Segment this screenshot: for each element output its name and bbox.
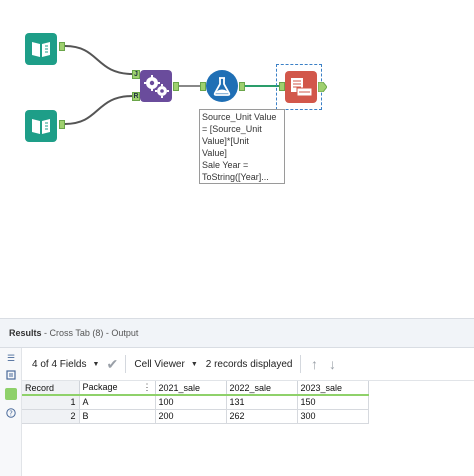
toolbar-divider (300, 355, 302, 373)
fields-dropdown[interactable]: 4 of 4 Fields ▼ (28, 359, 103, 370)
gears-icon (144, 75, 169, 98)
results-side-rail: ☰ ? (0, 348, 22, 476)
results-header: Results - Cross Tab (8) - Output (0, 318, 474, 348)
cell-package: B (79, 409, 156, 424)
list-icon[interactable]: ☰ (6, 353, 16, 363)
cell-2021-sale: 100 (155, 395, 227, 410)
results-toolbar: 4 of 4 Fields ▼ ✔ Cell Viewer ▼ 2 record… (22, 348, 474, 381)
formula-tool[interactable] (206, 70, 238, 102)
cross-tab-icon (291, 78, 313, 97)
cell-2023-sale: 300 (297, 409, 369, 424)
records-count: 2 records displayed (205, 358, 293, 370)
results-source: Cross Tab (8) - Output (49, 328, 139, 338)
cell-2022-sale: 262 (226, 409, 298, 424)
input-data-tool-2[interactable] (25, 110, 57, 142)
output-anchor[interactable] (59, 120, 65, 129)
metadata-icon[interactable] (6, 370, 16, 380)
cell-viewer-dropdown[interactable]: Cell Viewer ▼ (130, 359, 201, 370)
column-header-2022-sale[interactable]: 2022_sale (226, 381, 298, 396)
column-header-package-label: Package (82, 382, 118, 392)
join-right-anchor[interactable]: R (132, 92, 140, 101)
workflow-canvas[interactable]: J R Source_Unit Value = [Source_Unit Val… (0, 0, 474, 318)
grid-header-row: Record Package ⋮ 2021_sale 2022_sale 202… (22, 381, 369, 396)
chevron-down-icon: ▼ (92, 360, 100, 368)
output-arrow-anchor[interactable] (318, 82, 327, 92)
results-grid: Record Package ⋮ 2021_sale 2022_sale 202… (22, 381, 369, 424)
formula-annotation: Source_Unit Value = [Source_Unit Value]*… (199, 109, 285, 184)
cell-2023-sale: 150 (297, 395, 369, 410)
toolbar-divider (125, 355, 127, 373)
viewer-label: Cell Viewer (134, 358, 185, 370)
join-left-anchor[interactable]: J (132, 70, 140, 79)
table-row[interactable]: 1 A 100 131 150 (22, 395, 369, 410)
results-separator: - (41, 328, 50, 338)
flask-icon (213, 77, 231, 96)
column-header-2023-sale[interactable]: 2023_sale (297, 381, 369, 396)
results-title: Results (9, 328, 42, 338)
column-header-package[interactable]: Package ⋮ (79, 381, 156, 396)
column-header-record[interactable]: Record (22, 381, 80, 396)
cell-2022-sale: 131 (226, 395, 298, 410)
column-menu-icon[interactable]: ⋮ (143, 382, 152, 393)
wire-input1-to-join (64, 45, 134, 75)
arrow-up-icon[interactable]: ↑ (305, 356, 323, 372)
output-anchor[interactable] (59, 42, 65, 51)
input-data-tool-1[interactable] (25, 33, 57, 65)
book-icon (32, 119, 50, 134)
column-header-2021-sale[interactable]: 2021_sale (155, 381, 227, 396)
chevron-down-icon: ▼ (190, 360, 198, 368)
output-anchor[interactable] (239, 82, 245, 91)
arrow-down-icon[interactable]: ↓ (323, 356, 341, 372)
output-anchor[interactable] (173, 82, 179, 91)
book-icon (32, 42, 50, 57)
join-tool[interactable] (140, 70, 172, 102)
cell-record: 1 (22, 395, 80, 410)
cell-package: A (79, 395, 156, 410)
data-view-icon[interactable] (5, 388, 17, 400)
wire-input2-to-join (64, 95, 134, 125)
cell-2021-sale: 200 (155, 409, 227, 424)
fields-label: 4 of 4 Fields (32, 358, 87, 370)
cell-record: 2 (22, 409, 80, 424)
cross-tab-tool[interactable] (285, 71, 317, 103)
table-row[interactable]: 2 B 200 262 300 (22, 409, 369, 424)
checkmark-icon[interactable]: ✔ (103, 356, 121, 373)
help-icon[interactable]: ? (6, 408, 16, 418)
svg-text:?: ? (9, 410, 13, 418)
